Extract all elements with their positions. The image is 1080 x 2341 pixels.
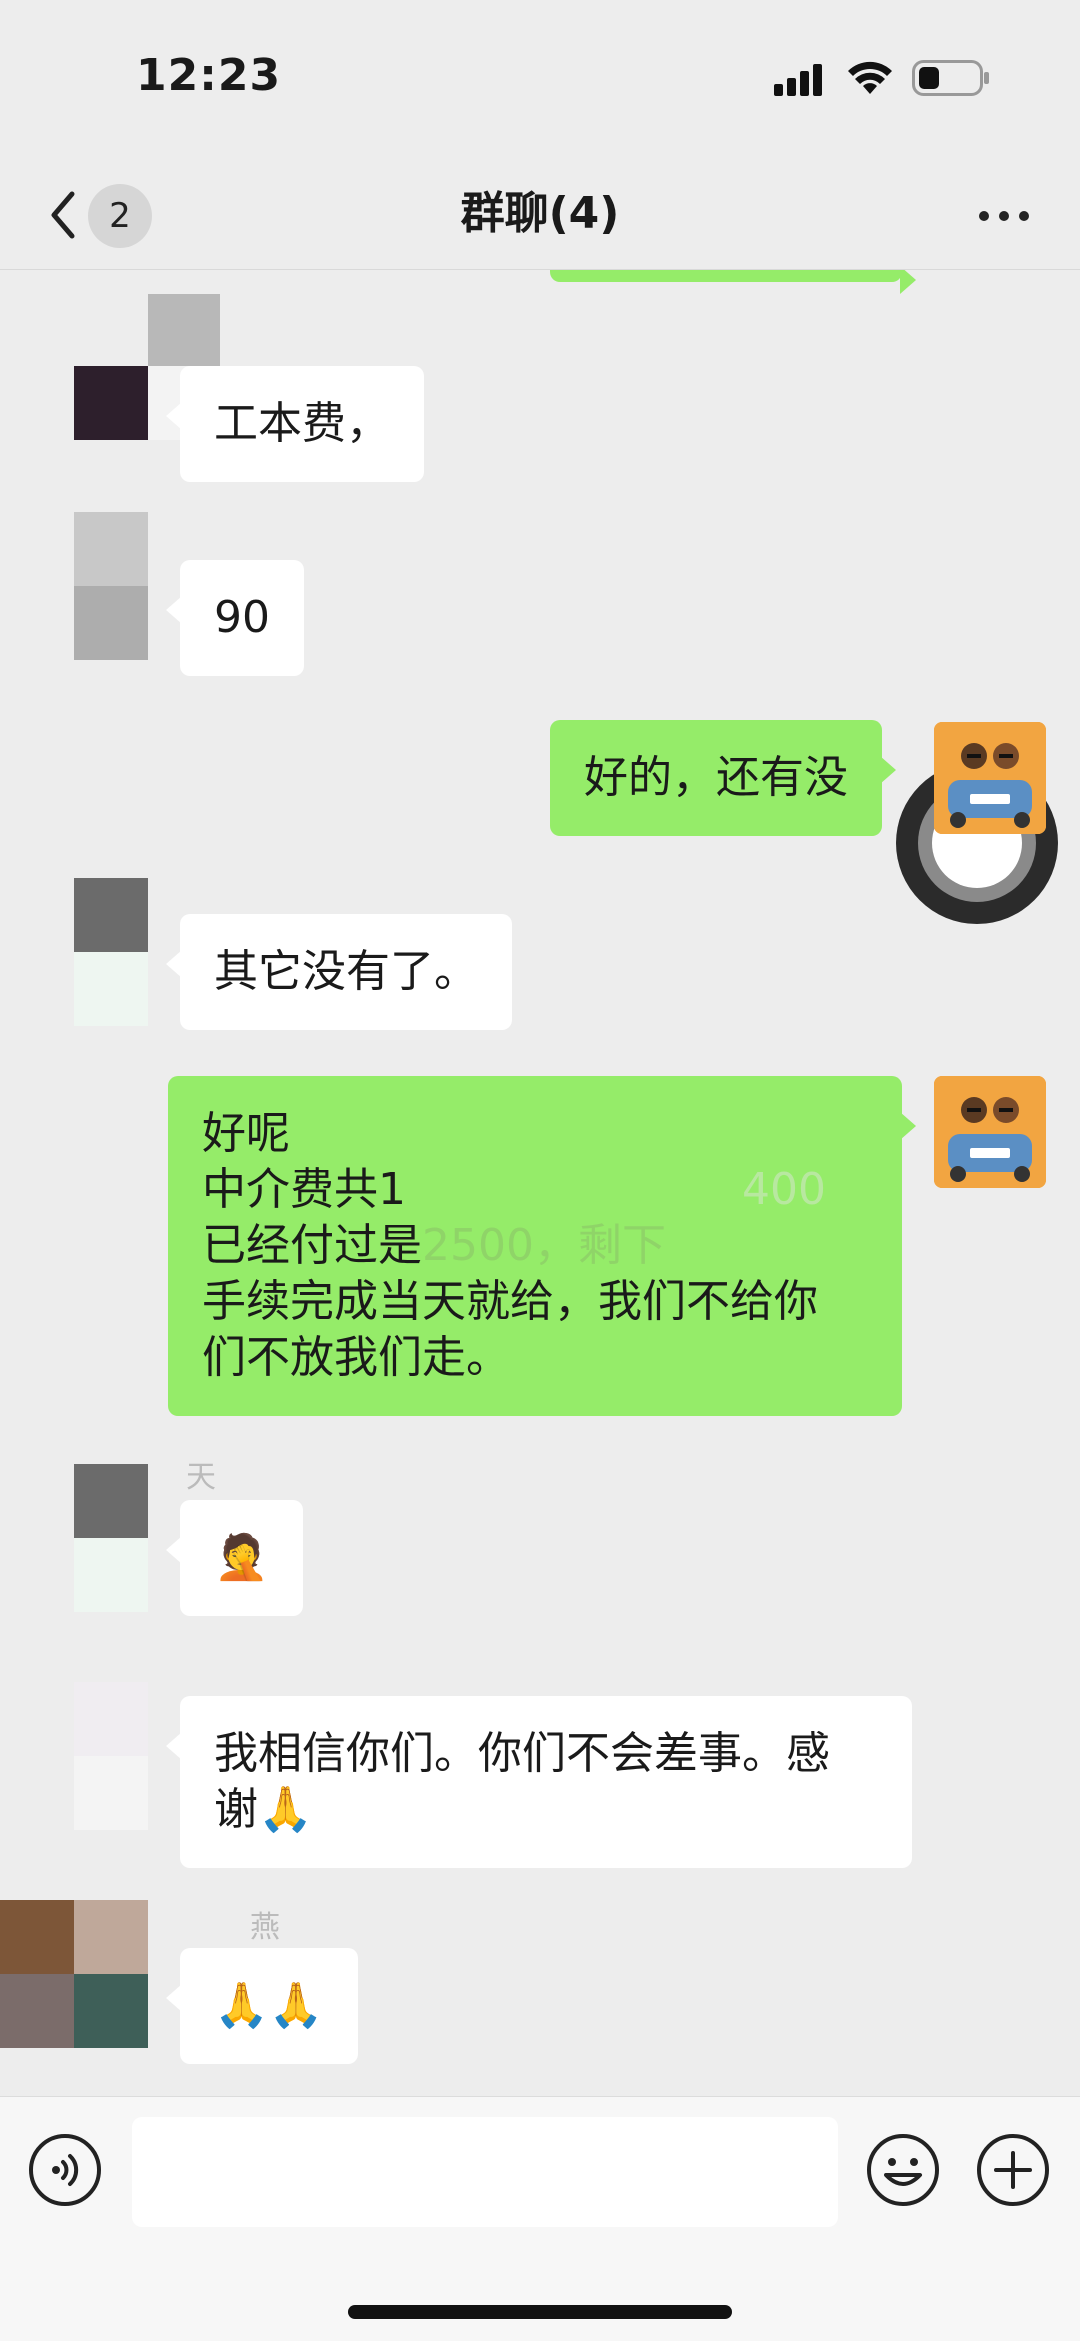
signal-icon (774, 64, 822, 96)
car-couple-avatar-icon (934, 722, 1046, 834)
message-bubble[interactable]: 90 (166, 560, 304, 676)
message-list[interactable]: 工本费， 90 好的，还有没 其它没有了。 好呢 中介费共1 400 已经付过是… (0, 270, 1080, 2096)
message-text: 90 (214, 592, 270, 643)
message-bubble[interactable]: 工本费， (166, 366, 424, 482)
message-text: 工本费， (214, 398, 390, 449)
message-line: 已经付过是 (202, 1220, 422, 1271)
car-couple-avatar-icon (934, 1076, 1046, 1188)
status-bar: 12:23 (0, 0, 1080, 160)
message-line: 我相信你们。你们不会差事。感 (214, 1728, 830, 1779)
sender-avatar[interactable] (26, 1464, 150, 1612)
wifi-icon (848, 61, 892, 94)
sender-avatar[interactable] (0, 1900, 150, 2048)
message-line: 好呢 (202, 1108, 290, 1159)
message-input[interactable] (132, 2117, 838, 2227)
facepalm-emoji: 🤦 (214, 1532, 269, 1583)
message-line: 手续完成当天就给，我们不给你 (202, 1276, 818, 1327)
message-bubble[interactable]: 我相信你们。你们不会差事。感 谢🙏 (166, 1696, 912, 1868)
more-icon[interactable] (976, 192, 1032, 240)
obscured-amount: 400 (742, 1164, 826, 1215)
voice-icon[interactable] (28, 2133, 102, 2207)
chat-title: 群聊(4) (460, 188, 620, 239)
emoji-icon[interactable] (866, 2133, 940, 2207)
message-text: 好的，还有没 (584, 752, 848, 803)
sender-name: 天 (186, 1460, 216, 1495)
my-avatar[interactable] (934, 722, 1046, 834)
sender-name: 燕 (250, 1910, 280, 1945)
sender-avatar[interactable] (26, 878, 150, 1026)
message-input-bar (0, 2096, 1080, 2341)
message-line: 中介费共1 (202, 1164, 406, 1215)
message-partial (550, 270, 916, 294)
message-bubble[interactable]: 其它没有了。 (166, 914, 512, 1030)
sender-avatar[interactable] (26, 1682, 150, 1830)
message-text: 其它没有了。 (214, 946, 478, 997)
praying-hands-emoji: 🙏🙏 (214, 1980, 324, 2031)
message-bubble[interactable]: 好呢 中介费共1 400 已经付过是2500，剩下 手续完成当天就给，我们不给你… (168, 1076, 916, 1416)
obscured-amount: 2500，剩下 (422, 1220, 666, 1271)
message-line: 们不放我们走。 (202, 1332, 510, 1383)
sender-avatar[interactable] (26, 512, 150, 660)
plus-icon[interactable] (976, 2133, 1050, 2207)
home-indicator[interactable] (348, 2305, 732, 2319)
chat-header: 2 群聊(4) (0, 160, 1080, 270)
message-bubble[interactable]: 🤦 (166, 1500, 303, 1616)
message-bubble[interactable]: 🙏🙏 (166, 1948, 358, 2064)
battery-icon (912, 60, 989, 96)
message-bubble[interactable]: 好的，还有没 (550, 720, 896, 836)
my-avatar[interactable] (934, 1076, 1046, 1188)
status-time: 12:23 (136, 50, 282, 101)
message-line: 谢🙏 (214, 1784, 313, 1835)
